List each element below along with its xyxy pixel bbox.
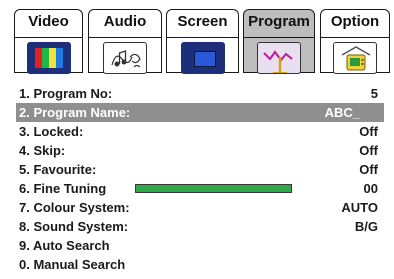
item-label: 9. Auto Search xyxy=(19,238,110,253)
tab-screen[interactable]: Screen xyxy=(166,9,239,74)
tab-video-label: Video xyxy=(28,13,69,30)
menu-item-program-no[interactable]: 1. Program No: 5 xyxy=(16,84,384,103)
tv-settings-icon xyxy=(333,42,377,74)
menu-item-locked[interactable]: 3. Locked: Off xyxy=(16,122,384,141)
tab-program[interactable]: Program xyxy=(243,9,315,74)
item-value: AUTO xyxy=(341,200,378,215)
item-label: 4. Skip: xyxy=(19,143,66,158)
item-value: B/G xyxy=(354,219,378,234)
item-value: 5 xyxy=(370,86,378,101)
tab-divider xyxy=(15,37,82,38)
item-label: 8. Sound System: xyxy=(19,219,129,234)
fine-tuning-fill xyxy=(136,185,291,192)
item-label: 7. Colour System: xyxy=(19,200,130,215)
tab-video[interactable]: Video xyxy=(14,9,83,74)
tab-divider xyxy=(321,37,389,38)
tab-audio[interactable]: Audio xyxy=(88,9,162,74)
tab-divider xyxy=(167,37,238,38)
item-value: Off xyxy=(359,162,378,177)
menu-item-favourite[interactable]: 5. Favourite: Off xyxy=(16,160,384,179)
menu-tab-bar: Video Audio Screen Program Option xyxy=(0,0,394,78)
tab-option[interactable]: Option xyxy=(320,9,390,74)
menu-item-program-name[interactable]: 2. Program Name: ABC_ xyxy=(16,103,384,122)
menu-item-fine-tuning[interactable]: 6. Fine Tuning 00 xyxy=(16,179,384,198)
menu-item-manual-search[interactable]: 0. Manual Search xyxy=(16,255,384,274)
item-label: 6. Fine Tuning xyxy=(19,181,107,196)
menu-item-sound-system[interactable]: 8. Sound System: B/G xyxy=(16,217,384,236)
menu-item-auto-search[interactable]: 9. Auto Search xyxy=(16,236,384,255)
tab-program-label: Program xyxy=(248,13,310,30)
music-notes-icon xyxy=(103,42,147,74)
program-settings-list: 1. Program No: 5 2. Program Name: ABC_ 3… xyxy=(16,84,384,274)
menu-item-skip[interactable]: 4. Skip: Off xyxy=(16,141,384,160)
item-label: 0. Manual Search xyxy=(19,257,126,272)
tab-screen-label: Screen xyxy=(177,13,228,30)
item-label: 5. Favourite: xyxy=(19,162,97,177)
item-label: 3. Locked: xyxy=(19,124,84,139)
item-value: Off xyxy=(359,124,378,139)
tab-divider xyxy=(89,37,161,38)
tab-audio-label: Audio xyxy=(103,13,147,30)
item-label: 2. Program Name: xyxy=(19,105,131,120)
menu-item-colour-system[interactable]: 7. Colour System: AUTO xyxy=(16,198,384,217)
item-value: 00 xyxy=(363,181,378,196)
tab-option-label: Option xyxy=(330,13,380,30)
tab-divider xyxy=(244,37,314,38)
fine-tuning-slider[interactable] xyxy=(135,184,292,193)
program-name-input[interactable]: ABC_ xyxy=(325,103,360,122)
tv-osd-menu: Video Audio Screen Program Option 1. Pro… xyxy=(0,0,394,279)
screen-icon xyxy=(180,42,225,74)
antenna-signal-icon xyxy=(257,42,301,74)
item-value: Off xyxy=(359,143,378,158)
item-label: 1. Program No: xyxy=(19,86,113,101)
color-bars-icon xyxy=(26,42,71,74)
